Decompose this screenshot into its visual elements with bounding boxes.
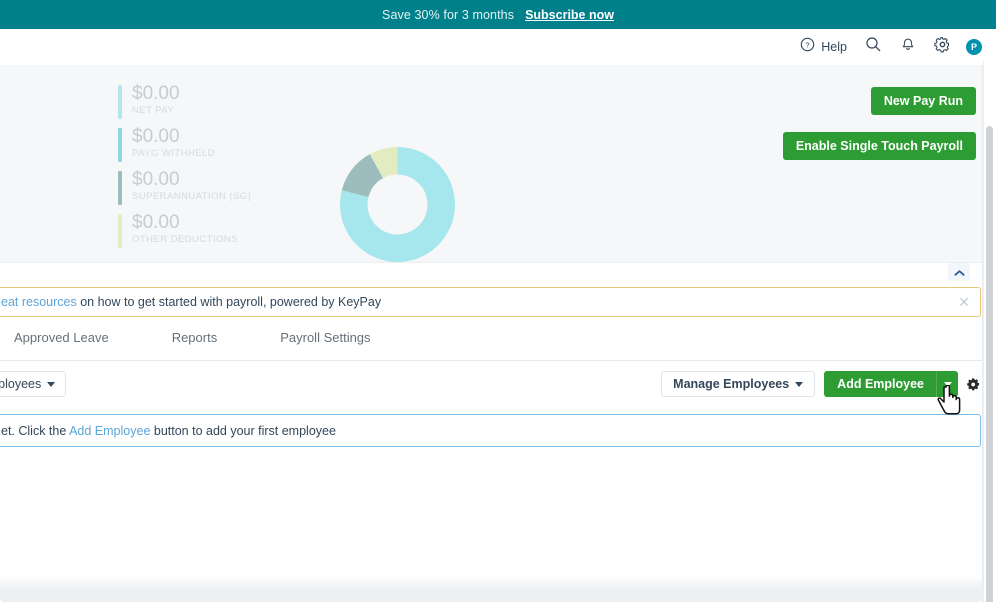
help-label: Help [821, 40, 847, 54]
table-settings-gear-icon[interactable] [967, 377, 980, 391]
collapse-summary-button[interactable] [948, 263, 970, 281]
add-employee-label: Add Employee [837, 377, 924, 391]
stat-superannuation: $0.00 SUPERANNUATION (SG) [118, 169, 252, 205]
stat-label: OTHER DEDUCTIONS [132, 234, 238, 245]
employee-filter-dropdown[interactable]: e Employees [0, 371, 67, 397]
help-circle-icon: ? [800, 37, 815, 57]
payroll-donut-chart [340, 147, 455, 262]
no-employees-empty-state: et. Click the Add Employee button to add… [0, 414, 981, 447]
search-button[interactable] [856, 32, 891, 62]
tab-approved-leave[interactable]: Approved Leave [14, 328, 135, 348]
notifications-button[interactable] [891, 32, 925, 62]
stat-label: PAYG WITHHELD [132, 148, 216, 159]
stat-label: SUPERANNUATION (SG) [132, 191, 252, 202]
tab-payroll-settings[interactable]: Payroll Settings [280, 328, 396, 348]
stat-label: NET PAY [132, 105, 175, 116]
tab-reports[interactable]: Reports [172, 328, 244, 348]
add-employee-button[interactable]: Add Employee [824, 371, 958, 397]
footer-band [0, 578, 982, 602]
stat-color-bar [118, 85, 122, 119]
chevron-down-icon [47, 381, 56, 387]
help-button[interactable]: ? Help [791, 32, 856, 62]
panel-actions: New Pay Run Enable Single Touch Payroll [782, 87, 976, 160]
chevron-down-icon [943, 381, 952, 387]
enable-single-touch-payroll-button[interactable]: Enable Single Touch Payroll [782, 132, 976, 160]
promo-banner: Save 30% for 3 months Subscribe now [0, 0, 996, 29]
empty-state-prefix: et. Click the [1, 423, 70, 438]
bell-icon [900, 37, 916, 58]
empty-state-suffix: button to add your first employee [150, 423, 336, 438]
employee-filter-label: e Employees [0, 377, 42, 391]
gear-icon [934, 36, 951, 58]
manage-employees-label: Manage Employees [673, 377, 790, 391]
app-header: ? Help P [0, 29, 996, 65]
new-pay-run-button[interactable]: New Pay Run [870, 87, 976, 115]
toolbar-actions: Manage Employees Add Employee [661, 371, 980, 397]
payroll-tabs: Approved Leave Reports Payroll Settings [0, 328, 988, 361]
subscribe-now-link[interactable]: Subscribe now [525, 8, 614, 22]
alert-body-text: on how to get started with payroll, powe… [76, 295, 382, 309]
avatar[interactable]: P [966, 39, 982, 55]
vertical-scrollbar-track[interactable] [983, 60, 996, 602]
stat-color-bar [118, 128, 122, 162]
stat-value: $0.00 [132, 212, 180, 233]
settings-button[interactable] [925, 32, 960, 62]
stat-value: $0.00 [132, 83, 180, 104]
add-employee-link[interactable]: Add Employee [69, 424, 150, 438]
chevron-down-icon [795, 381, 804, 387]
summary-stats: $0.00 NET PAY $0.00 PAYG WITHHELD $0.00 … [118, 83, 251, 255]
vertical-scrollbar-thumb[interactable] [986, 126, 993, 602]
close-icon[interactable]: ✕ [958, 295, 970, 309]
add-employee-dropdown-toggle[interactable] [936, 371, 958, 397]
empty-state-message: et. Click the Add Employee button to add… [1, 424, 336, 438]
manage-employees-button[interactable]: Manage Employees [661, 371, 816, 397]
payroll-summary-panel: $0.00 NET PAY $0.00 PAYG WITHHELD $0.00 … [0, 65, 988, 263]
search-icon [865, 36, 882, 58]
stat-color-bar [118, 214, 122, 248]
stat-value: $0.00 [132, 169, 180, 190]
promo-text: Save 30% for 3 months [382, 7, 515, 22]
employees-toolbar: e Employees Manage Employees Add Employe… [0, 371, 988, 399]
stat-color-bar [118, 171, 122, 205]
stat-net-pay: $0.00 NET PAY [118, 83, 251, 119]
alert-message: eat resources on how to get started with… [1, 295, 381, 309]
payroll-page: Save 30% for 3 months Subscribe now ? He… [0, 0, 996, 602]
stat-payg-withheld: $0.00 PAYG WITHHELD [118, 126, 251, 162]
stat-other-deductions: $0.00 OTHER DEDUCTIONS [118, 212, 251, 248]
payroll-resources-alert: eat resources on how to get started with… [0, 287, 981, 317]
chevron-up-icon [953, 265, 965, 280]
resources-link[interactable]: eat resources [1, 295, 77, 309]
stat-value: $0.00 [132, 126, 180, 147]
svg-text:?: ? [806, 41, 810, 50]
collapse-strip [0, 263, 988, 285]
